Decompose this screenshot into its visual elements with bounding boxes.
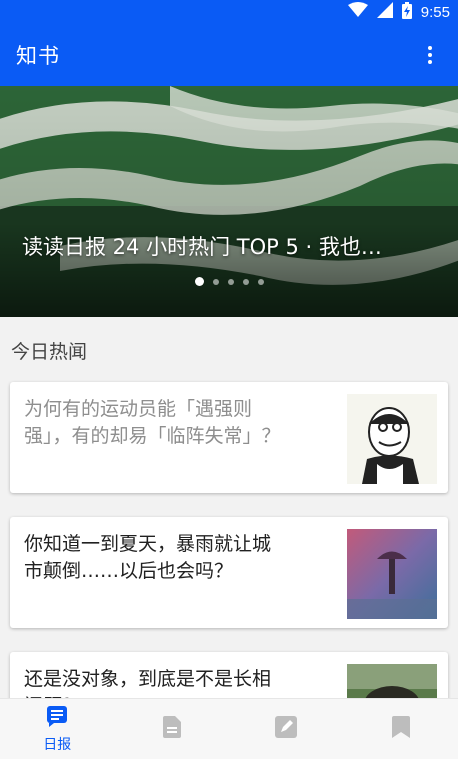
daily-icon: [46, 705, 68, 731]
nav-bookmark[interactable]: [344, 699, 458, 759]
wifi-icon: [347, 2, 368, 22]
story-card[interactable]: 为何有的运动员能「遇强则强」，有的却易「临阵失常」？: [10, 382, 448, 493]
status-bar: 9:55: [0, 0, 458, 24]
carousel-indicator: [0, 277, 458, 286]
story-thumbnail: [347, 394, 437, 484]
nav-document[interactable]: [115, 699, 230, 759]
carousel-dot[interactable]: [194, 277, 204, 286]
document-icon: [162, 716, 181, 742]
edit-icon: [275, 716, 298, 742]
nav-edit[interactable]: [229, 699, 344, 759]
bookmark-icon: [391, 716, 410, 742]
top-story-banner[interactable]: 读读日报 24 小时热门 TOP 5 · 我也…: [0, 86, 458, 317]
carousel-dot[interactable]: [212, 278, 219, 285]
battery-charging-icon: [401, 1, 412, 23]
story-title: 你知道一到夏天，暴雨就让城市颠倒……以后也会吗？: [24, 533, 272, 582]
more-vert-icon[interactable]: [418, 43, 442, 67]
status-time: 9:55: [420, 3, 450, 21]
app-title: 知书: [16, 44, 60, 68]
story-thumbnail: [347, 529, 437, 619]
carousel-dot[interactable]: [227, 278, 234, 285]
nav-daily[interactable]: 日报: [0, 699, 115, 759]
nav-daily-label: 日报: [43, 736, 72, 753]
carousel-dot[interactable]: [242, 278, 249, 285]
story-card[interactable]: 你知道一到夏天，暴雨就让城市颠倒……以后也会吗？: [10, 517, 448, 628]
carousel-dot[interactable]: [257, 278, 264, 285]
banner-title: 读读日报 24 小时热门 TOP 5 · 我也…: [22, 235, 382, 259]
story-title: 为何有的运动员能「遇强则强」，有的却易「临阵失常」？: [24, 398, 281, 447]
signal-icon: [376, 2, 393, 22]
app-bar: 知书: [0, 24, 458, 86]
section-title: 今日热闻: [11, 341, 88, 363]
bottom-nav: 日报: [0, 698, 458, 759]
